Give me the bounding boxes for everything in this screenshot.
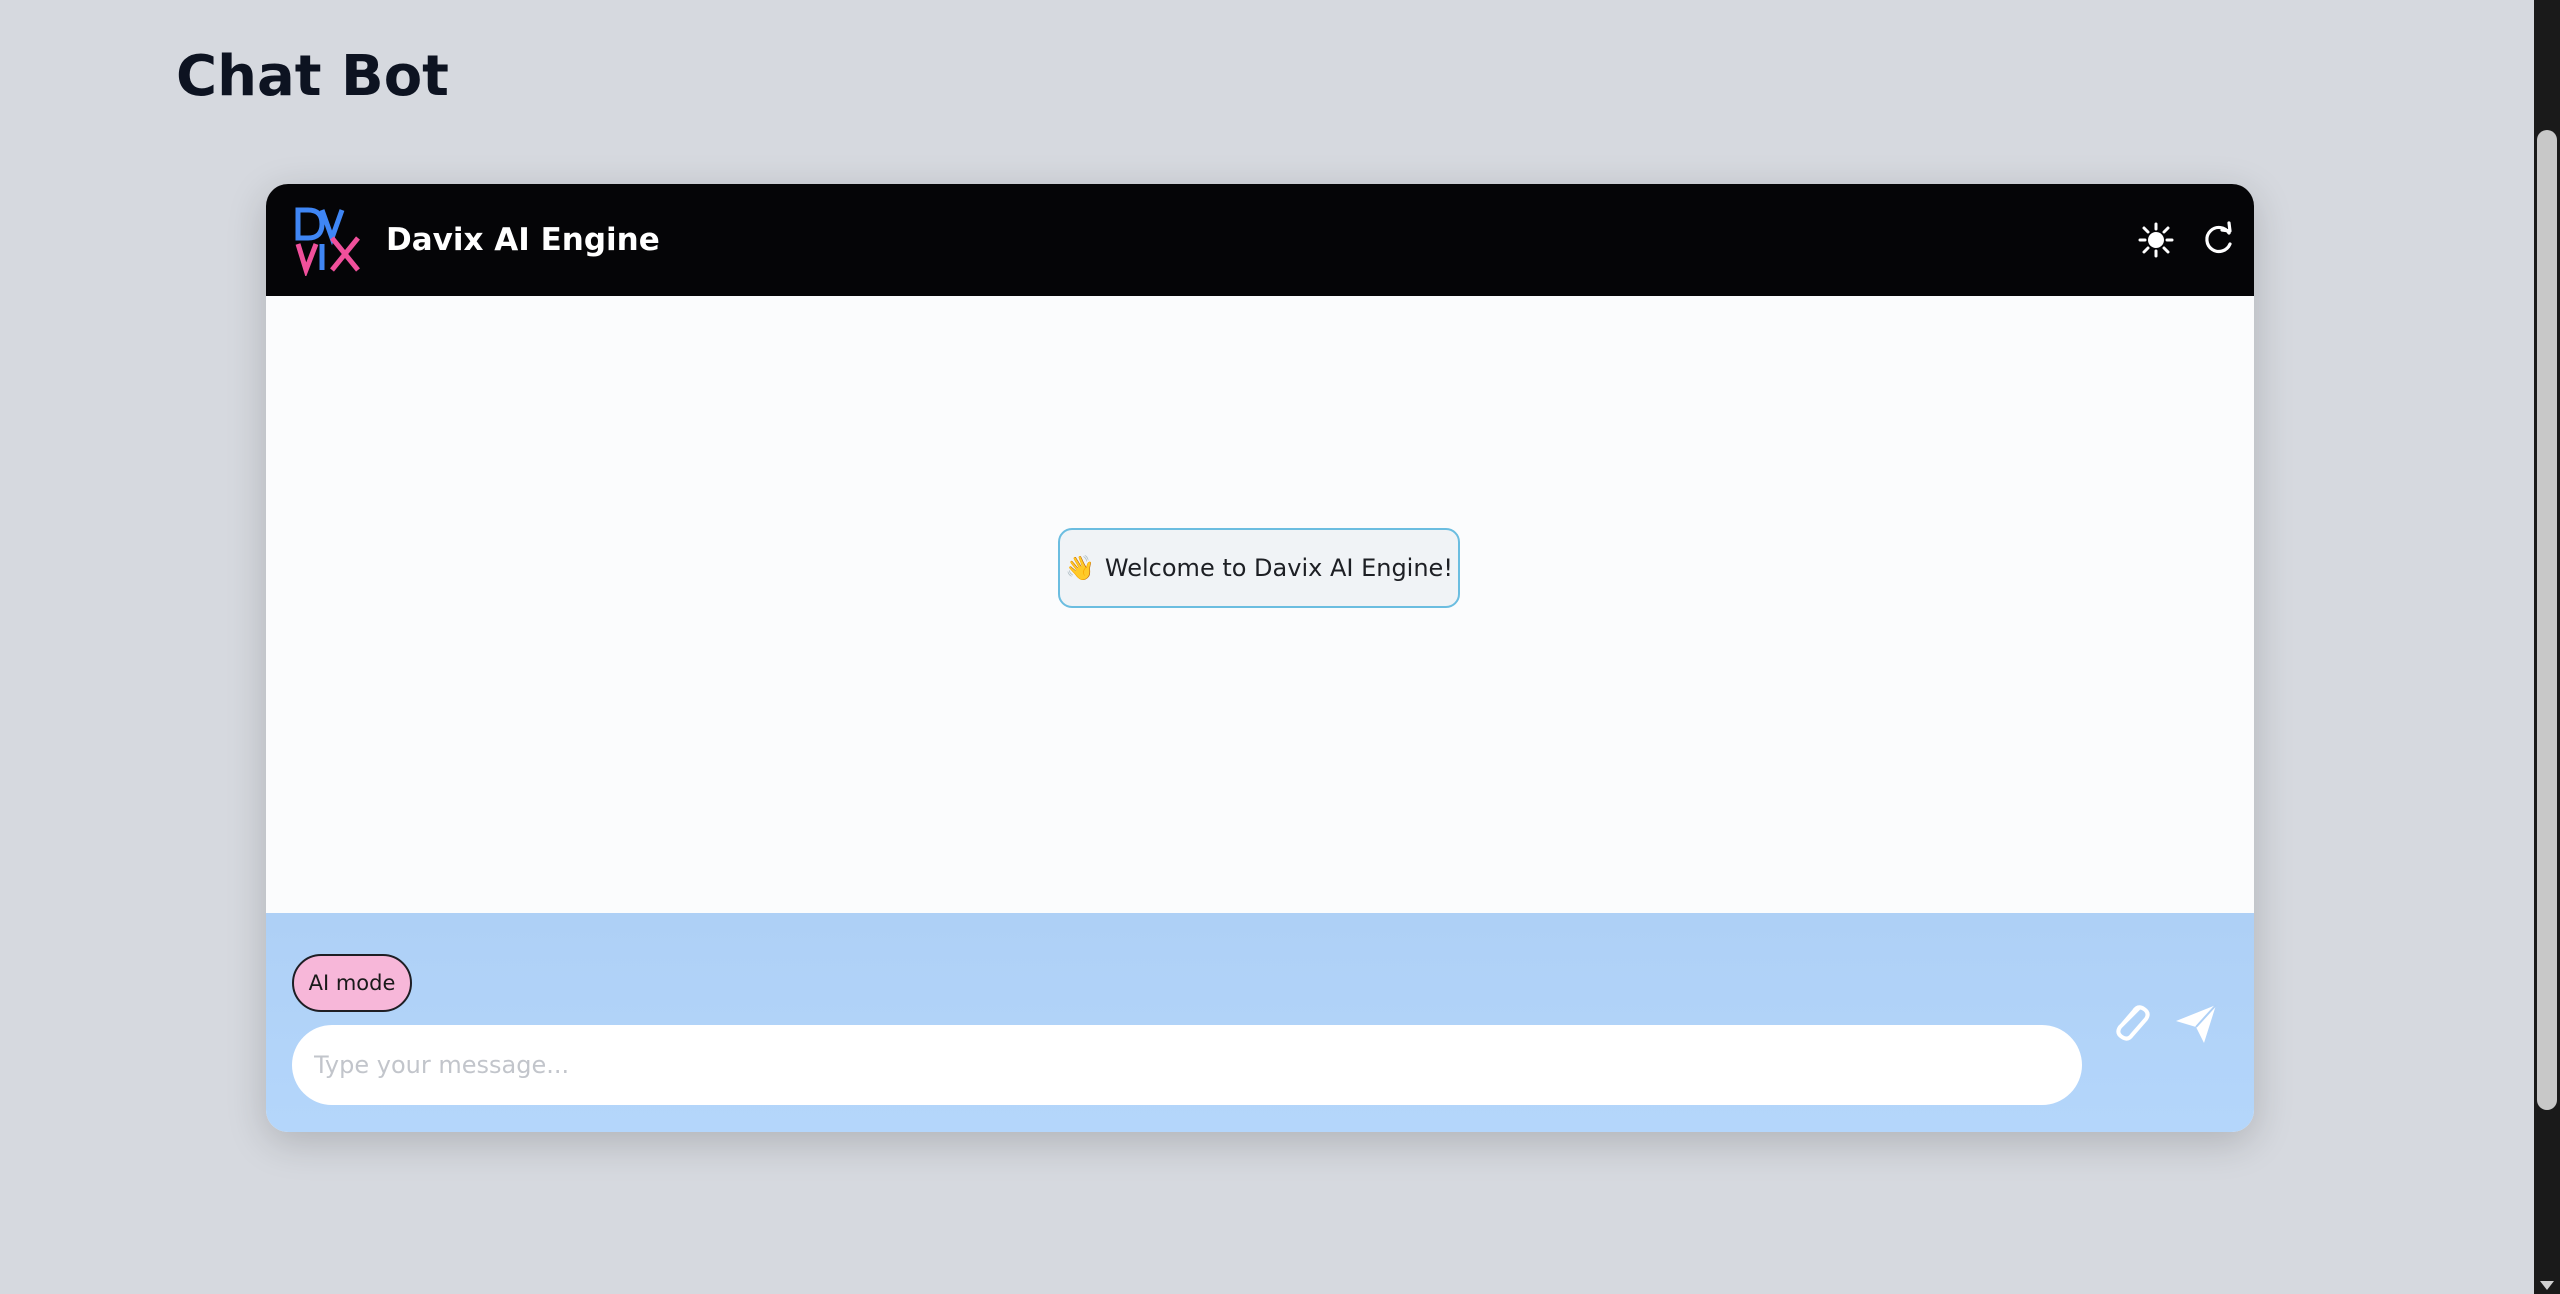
chat-footer: AI mode [266,913,2254,1132]
wave-emoji-icon: 👋 [1065,554,1095,582]
davix-logo [295,207,360,276]
engine-name: Davix AI Engine [386,222,660,258]
welcome-message: 👋 Welcome to Davix AI Engine! [1058,528,1460,608]
welcome-text: Welcome to Davix AI Engine! [1104,554,1453,582]
message-input[interactable] [292,1025,2082,1105]
sun-icon[interactable] [2136,220,2176,260]
chat-messages: 👋 Welcome to Davix AI Engine! [266,296,2254,913]
scroll-down-icon[interactable] [2540,1281,2554,1290]
chat-widget: Davix AI Engine 👋 Welcome to Davix AI En… [266,184,2254,1132]
scrollbar-thumb[interactable] [2537,130,2557,1110]
ai-mode-toggle[interactable]: AI mode [292,954,412,1012]
chat-header: Davix AI Engine [266,184,2254,296]
page-scrollbar[interactable] [2534,0,2560,1294]
page-title: Chat Bot [176,44,449,109]
paperclip-icon[interactable] [2104,997,2156,1049]
send-icon[interactable] [2170,997,2222,1049]
refresh-icon[interactable] [2198,220,2238,260]
